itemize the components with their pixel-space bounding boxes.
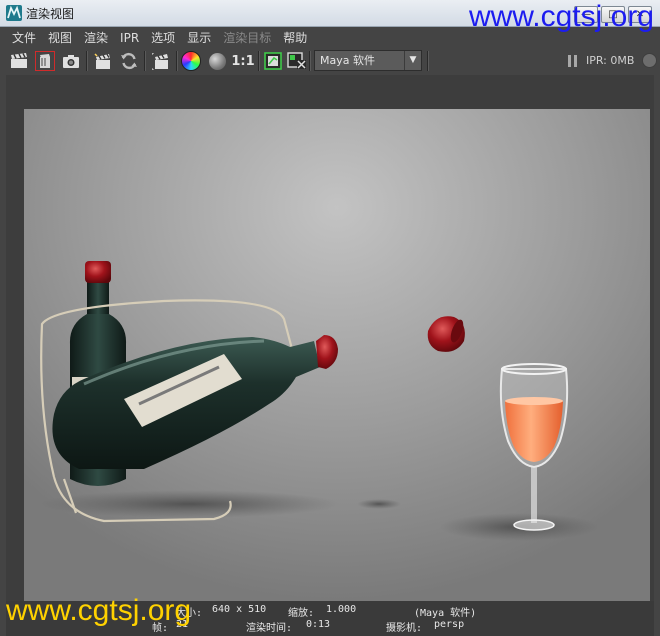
window-title: 渲染视图	[26, 7, 75, 21]
cork-shadow	[357, 499, 401, 509]
menu-file[interactable]: 文件	[6, 27, 42, 48]
watermark-top: www.cgtsj.org	[468, 0, 654, 33]
color-wheel-icon[interactable]	[180, 50, 202, 72]
region-render-icon[interactable]	[150, 50, 172, 72]
render-region-icon[interactable]	[34, 50, 56, 72]
refresh-icon[interactable]	[118, 50, 140, 72]
sphere-icon[interactable]	[206, 50, 228, 72]
toolbar-separator	[144, 51, 146, 71]
status-camera-value: persp	[434, 619, 465, 630]
status-renderer: (Maya 软件)	[414, 608, 477, 619]
chevron-down-icon: ▼	[404, 51, 421, 70]
render-viewport[interactable]	[6, 75, 654, 601]
menu-display[interactable]: 显示	[181, 27, 217, 48]
menu-help[interactable]: 帮助	[277, 27, 313, 48]
menu-render-target[interactable]: 渲染目标	[217, 27, 277, 48]
toolbar-separator	[176, 51, 178, 71]
keep-image-icon[interactable]	[262, 50, 284, 72]
ratio-label: 1:1	[231, 53, 255, 69]
toolbar-separator	[86, 51, 88, 71]
status-zoom-value: 1.000	[326, 604, 357, 615]
status-camera-label: 摄影机:	[386, 623, 423, 634]
ipr-status-indicator	[642, 53, 657, 68]
rendered-scene	[39, 261, 599, 541]
remove-image-icon[interactable]	[286, 50, 308, 72]
maya-app-icon	[6, 5, 22, 21]
renderer-select[interactable]: Maya 软件 ▼	[314, 50, 422, 71]
menu-ipr[interactable]: IPR	[114, 29, 145, 47]
pause-ipr-icon[interactable]	[568, 55, 578, 67]
rendered-image[interactable]	[24, 109, 650, 601]
status-size-value: 640 x 510	[212, 604, 267, 615]
watermark-bottom: www.cgtsj.org	[6, 594, 192, 627]
status-render-time-value: 0:13	[306, 619, 331, 630]
ratio-icon[interactable]: 1:1	[231, 50, 255, 72]
status-zoom-label: 缩放:	[288, 608, 315, 619]
toolbar-separator	[427, 51, 429, 71]
ipr-clapper-icon[interactable]	[92, 50, 114, 72]
menu-view[interactable]: 视图	[42, 27, 78, 48]
flying-cork	[427, 316, 465, 352]
ipr-memory-label: IPR: 0MB	[586, 54, 635, 67]
menu-render[interactable]: 渲染	[78, 27, 114, 48]
render-view-toolbar: 1:1 Maya 软件 ▼ IPR: 0MB	[6, 48, 657, 74]
camera-snapshot-icon[interactable]	[60, 50, 82, 72]
menu-options[interactable]: 选项	[145, 27, 181, 48]
toolbar-separator	[258, 51, 260, 71]
renderer-select-value: Maya 软件	[320, 54, 375, 67]
wine-glass	[499, 363, 569, 531]
clapper-icon[interactable]	[8, 50, 30, 72]
toolbar-separator	[309, 51, 311, 71]
status-render-time-label: 渲染时间:	[246, 623, 293, 634]
